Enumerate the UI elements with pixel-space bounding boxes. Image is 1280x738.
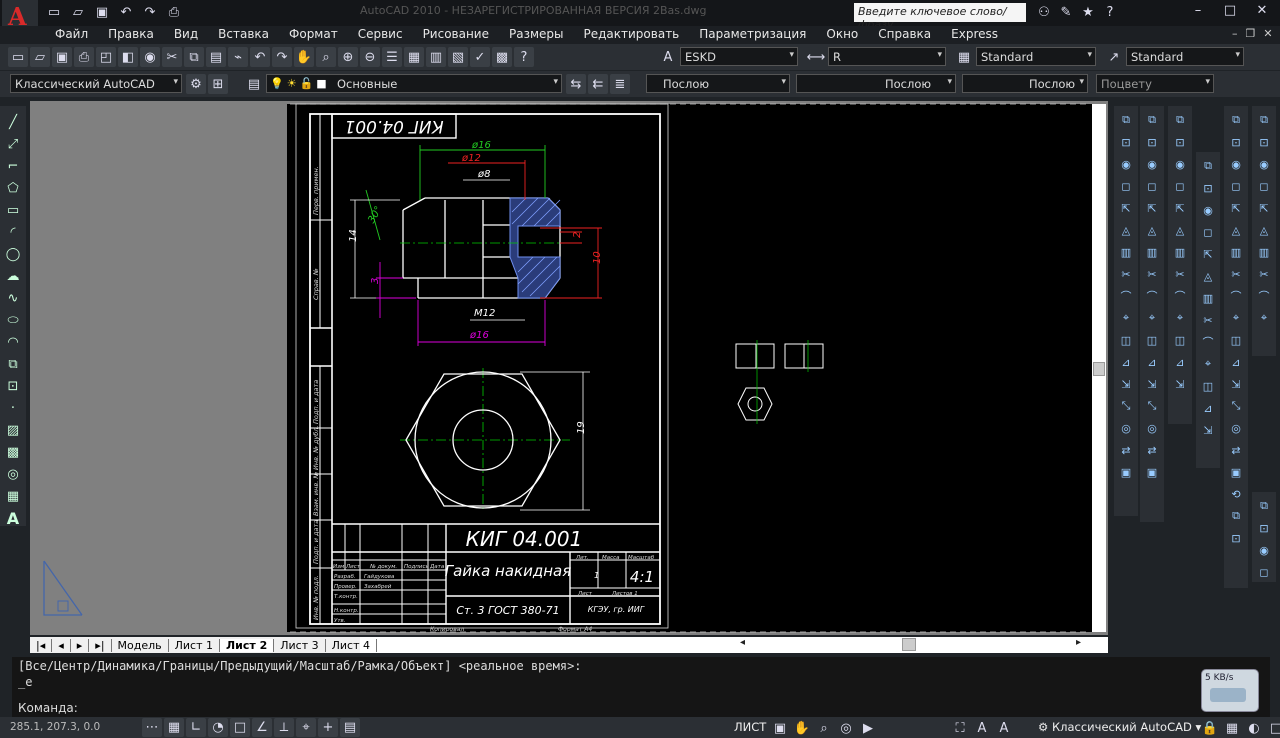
hscroll-left-icon[interactable]: ◂ xyxy=(740,637,745,648)
tab-first-icon[interactable]: |◂ xyxy=(30,638,53,652)
quickview-layouts-icon[interactable]: ▣ xyxy=(770,718,790,738)
zoom-status-icon[interactable]: ⌕ xyxy=(814,718,834,738)
copied-label: Копировал xyxy=(430,626,464,633)
tb-sheet-label: Лист xyxy=(577,591,593,597)
vscroll-thumb[interactable] xyxy=(1093,362,1105,376)
command-line[interactable]: [Все/Центр/Динамика/Границы/Предыдущий/М… xyxy=(12,657,1270,717)
dim-white xyxy=(350,179,590,511)
dim-d16-top: ø16 xyxy=(471,140,491,151)
space-indicator[interactable]: ЛИСТ xyxy=(734,720,766,734)
tb-razrab: Разраб. xyxy=(334,574,356,580)
network-speed: 5 KB/s xyxy=(1205,673,1234,683)
workspace-switch[interactable]: ⚙ Классический AutoCAD ▾ xyxy=(1038,720,1201,734)
command-history: [Все/Центр/Динамика/Границы/Предыдущий/М… xyxy=(18,659,582,673)
command-last: _e xyxy=(18,675,33,689)
tb-prov-name: Захабрей xyxy=(364,584,392,590)
network-monitor: 5 KB/s xyxy=(1201,669,1259,712)
dim-w2: 2 xyxy=(572,232,583,238)
annotation-scale-icon[interactable]: A xyxy=(972,718,992,738)
command-prompt[interactable]: Команда: xyxy=(18,701,78,715)
ducs-icon[interactable]: ⟂ xyxy=(274,718,294,737)
tb-razrab-name: Гайдукова xyxy=(364,574,395,580)
dim-w10: 10 xyxy=(592,251,603,264)
tab-list4[interactable]: Лист 4 xyxy=(326,638,377,652)
dyn-icon[interactable]: ⌖ xyxy=(296,718,316,737)
side-label-vzam: Взам. инв. № xyxy=(312,472,320,516)
side-label-perv: Перв. примен. xyxy=(312,166,320,215)
tb-tkontr: Т.контр. xyxy=(334,594,358,600)
tb-date: Дата xyxy=(429,564,445,570)
dim-h14: 14 xyxy=(348,229,359,242)
format-label: Формат А4 xyxy=(558,626,592,633)
tab-next-icon[interactable]: ▸ xyxy=(71,638,90,652)
side-label-podp1: Подп. и дата xyxy=(312,380,320,424)
hscroll-right-icon[interactable]: ▸ xyxy=(1076,637,1081,648)
side-label-invdubl: Инв. № дубл. xyxy=(312,426,320,470)
tb-doc: № докум. xyxy=(369,564,397,570)
tab-prev-icon[interactable]: ◂ xyxy=(52,638,71,652)
annotation-visibility-icon[interactable]: A xyxy=(994,718,1014,738)
tb-sign: Подпись xyxy=(404,564,429,570)
tab-last-icon[interactable]: ▸| xyxy=(89,638,112,652)
tb-sheets: Листов 1 xyxy=(611,591,638,597)
hscroll-thumb[interactable] xyxy=(902,638,916,651)
dim-h19: 19 xyxy=(576,421,587,434)
tb-izm: Изм xyxy=(333,564,344,570)
tab-list2[interactable]: Лист 2 xyxy=(220,638,275,652)
dim-d8: ø8 xyxy=(477,169,490,180)
rotated-code: КИГ 04.001 xyxy=(344,116,443,136)
dim-d16-bot: ø16 xyxy=(469,330,489,341)
sheet-value: 1 xyxy=(594,571,599,580)
workspace-status-label: Классический AutoCAD xyxy=(1051,720,1192,734)
coordinates: 285.1, 207.3, 0.0 xyxy=(10,721,101,733)
otrack-icon[interactable]: ∠ xyxy=(252,718,272,737)
steering-wheel-icon[interactable]: ◎ xyxy=(836,718,856,738)
osnap-icon[interactable]: □ xyxy=(230,718,250,737)
tb-lit: Лит. xyxy=(575,555,589,561)
ortho-icon[interactable]: ∟ xyxy=(186,718,206,737)
tb-nkontr: Н.контр. xyxy=(334,608,359,614)
hardware-accel-icon[interactable]: ▦ xyxy=(1222,718,1242,738)
clean-screen-icon[interactable]: □ xyxy=(1266,718,1280,738)
viewport-preview xyxy=(735,343,824,421)
tb-scale-label: Масштаб xyxy=(628,555,655,561)
tb-mass: Масса xyxy=(602,555,620,561)
dim-thread: M12 xyxy=(474,308,495,319)
side-label-sprav: Справ. № xyxy=(312,268,320,300)
side-label-podp2: Подп. и дата xyxy=(312,520,320,564)
lwt-icon[interactable]: + xyxy=(318,718,338,737)
side-label-invpodl: Инв. № подл. xyxy=(312,575,320,620)
section-hatch xyxy=(509,197,561,299)
dim-angle: 30° xyxy=(366,205,384,226)
drawing-sheet[interactable]: Перв. примен. Справ. № Подп. и дата Инв.… xyxy=(0,0,1280,738)
maximize-viewport-icon[interactable]: ⛶ xyxy=(950,718,970,738)
part-name: Гайка накидная xyxy=(445,562,572,580)
tb-list: Лист xyxy=(345,564,361,570)
showmotion-icon[interactable]: ▶ xyxy=(858,718,878,738)
qp-icon[interactable]: ▤ xyxy=(340,718,360,737)
vertical-scrollbar[interactable] xyxy=(1092,104,1106,632)
material: Ст. 3 ГОСТ 380-71 xyxy=(456,604,559,617)
status-bar: 285.1, 207.3, 0.0 ⋯ ▦ ∟ ◔ □ ∠ ⟂ ⌖ + ▤ ЛИ… xyxy=(0,717,1280,738)
polar-icon[interactable]: ◔ xyxy=(208,718,228,737)
scale-value: 4:1 xyxy=(630,568,654,586)
grid-icon[interactable]: ▦ xyxy=(164,718,184,737)
lock-icon[interactable]: 🔒 xyxy=(1200,718,1220,738)
viewport-centerlines xyxy=(756,340,809,424)
tab-list3[interactable]: Лист 3 xyxy=(274,638,326,652)
snap-icon[interactable]: ⋯ xyxy=(142,718,162,737)
dim-d12: ø12 xyxy=(461,153,481,164)
tab-list1[interactable]: Лист 1 xyxy=(169,638,221,652)
isolate-icon[interactable]: ◐ xyxy=(1244,718,1264,738)
tb-prov: Провер. xyxy=(334,584,357,590)
org-value: КГЭУ, гр. ИИГ xyxy=(588,605,645,614)
network-graph-icon xyxy=(1210,688,1246,702)
layout-tabs: |◂ ◂ ▸ ▸| Модель Лист 1 Лист 2 Лист 3 Ли… xyxy=(30,637,377,653)
tb-utv: Утв. xyxy=(334,618,346,624)
pan-status-icon[interactable]: ✋ xyxy=(792,718,812,738)
dim-h3: 3 xyxy=(370,278,381,284)
tab-model[interactable]: Модель xyxy=(112,638,169,652)
drawing-code: КИГ 04.001 xyxy=(466,527,583,551)
